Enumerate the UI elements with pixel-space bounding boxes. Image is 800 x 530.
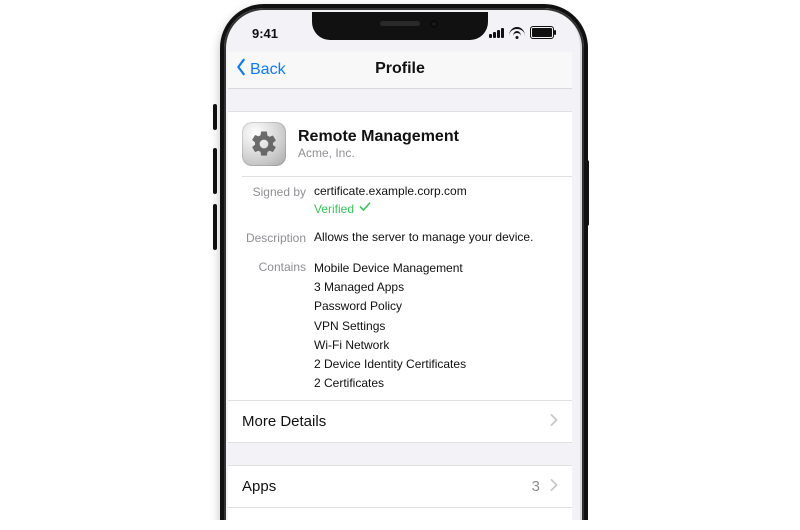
- settings-gear-icon: [242, 122, 286, 166]
- contains-list: Mobile Device Management 3 Managed Apps …: [314, 259, 558, 393]
- verified-badge: Verified: [314, 201, 558, 216]
- battery-icon: [530, 26, 554, 39]
- profile-title: Remote Management: [298, 128, 459, 146]
- more-details-label: More Details: [242, 413, 326, 430]
- profile-card: Remote Management Acme, Inc. Signed by c…: [228, 111, 572, 401]
- apps-count: 3: [532, 478, 540, 495]
- contains-item: Wi-Fi Network: [314, 336, 558, 355]
- status-bar: 9:41: [228, 12, 572, 52]
- description-label: Description: [228, 230, 314, 245]
- checkmark-icon: [359, 201, 371, 216]
- signed-by-value: certificate.example.corp.com: [314, 184, 558, 198]
- contains-item: Mobile Device Management: [314, 259, 558, 278]
- contains-row: Contains Mobile Device Management 3 Mana…: [228, 252, 572, 400]
- apps-row[interactable]: Apps 3: [228, 465, 572, 508]
- more-details-row[interactable]: More Details: [228, 401, 572, 443]
- contains-item: Password Policy: [314, 297, 558, 316]
- status-time: 9:41: [252, 26, 278, 41]
- cellular-icon: [489, 28, 504, 38]
- apps-label: Apps: [242, 478, 276, 495]
- chevron-right-icon: [550, 478, 558, 495]
- contains-item: 2 Certificates: [314, 374, 558, 393]
- nav-bar: Back Profile: [228, 52, 572, 89]
- wifi-icon: [509, 27, 525, 39]
- chevron-right-icon: [550, 413, 558, 430]
- profile-org: Acme, Inc.: [298, 146, 459, 160]
- nav-title: Profile: [228, 60, 572, 78]
- contains-item: 3 Managed Apps: [314, 278, 558, 297]
- verified-label: Verified: [314, 202, 354, 216]
- contains-item: VPN Settings: [314, 317, 558, 336]
- signed-by-row: Signed by certificate.example.corp.com V…: [228, 177, 572, 223]
- description-row: Description Allows the server to manage …: [228, 223, 572, 252]
- signed-by-label: Signed by: [228, 184, 314, 216]
- description-value: Allows the server to manage your device.: [314, 230, 558, 245]
- contains-label: Contains: [228, 259, 314, 393]
- contains-item: 2 Device Identity Certificates: [314, 355, 558, 374]
